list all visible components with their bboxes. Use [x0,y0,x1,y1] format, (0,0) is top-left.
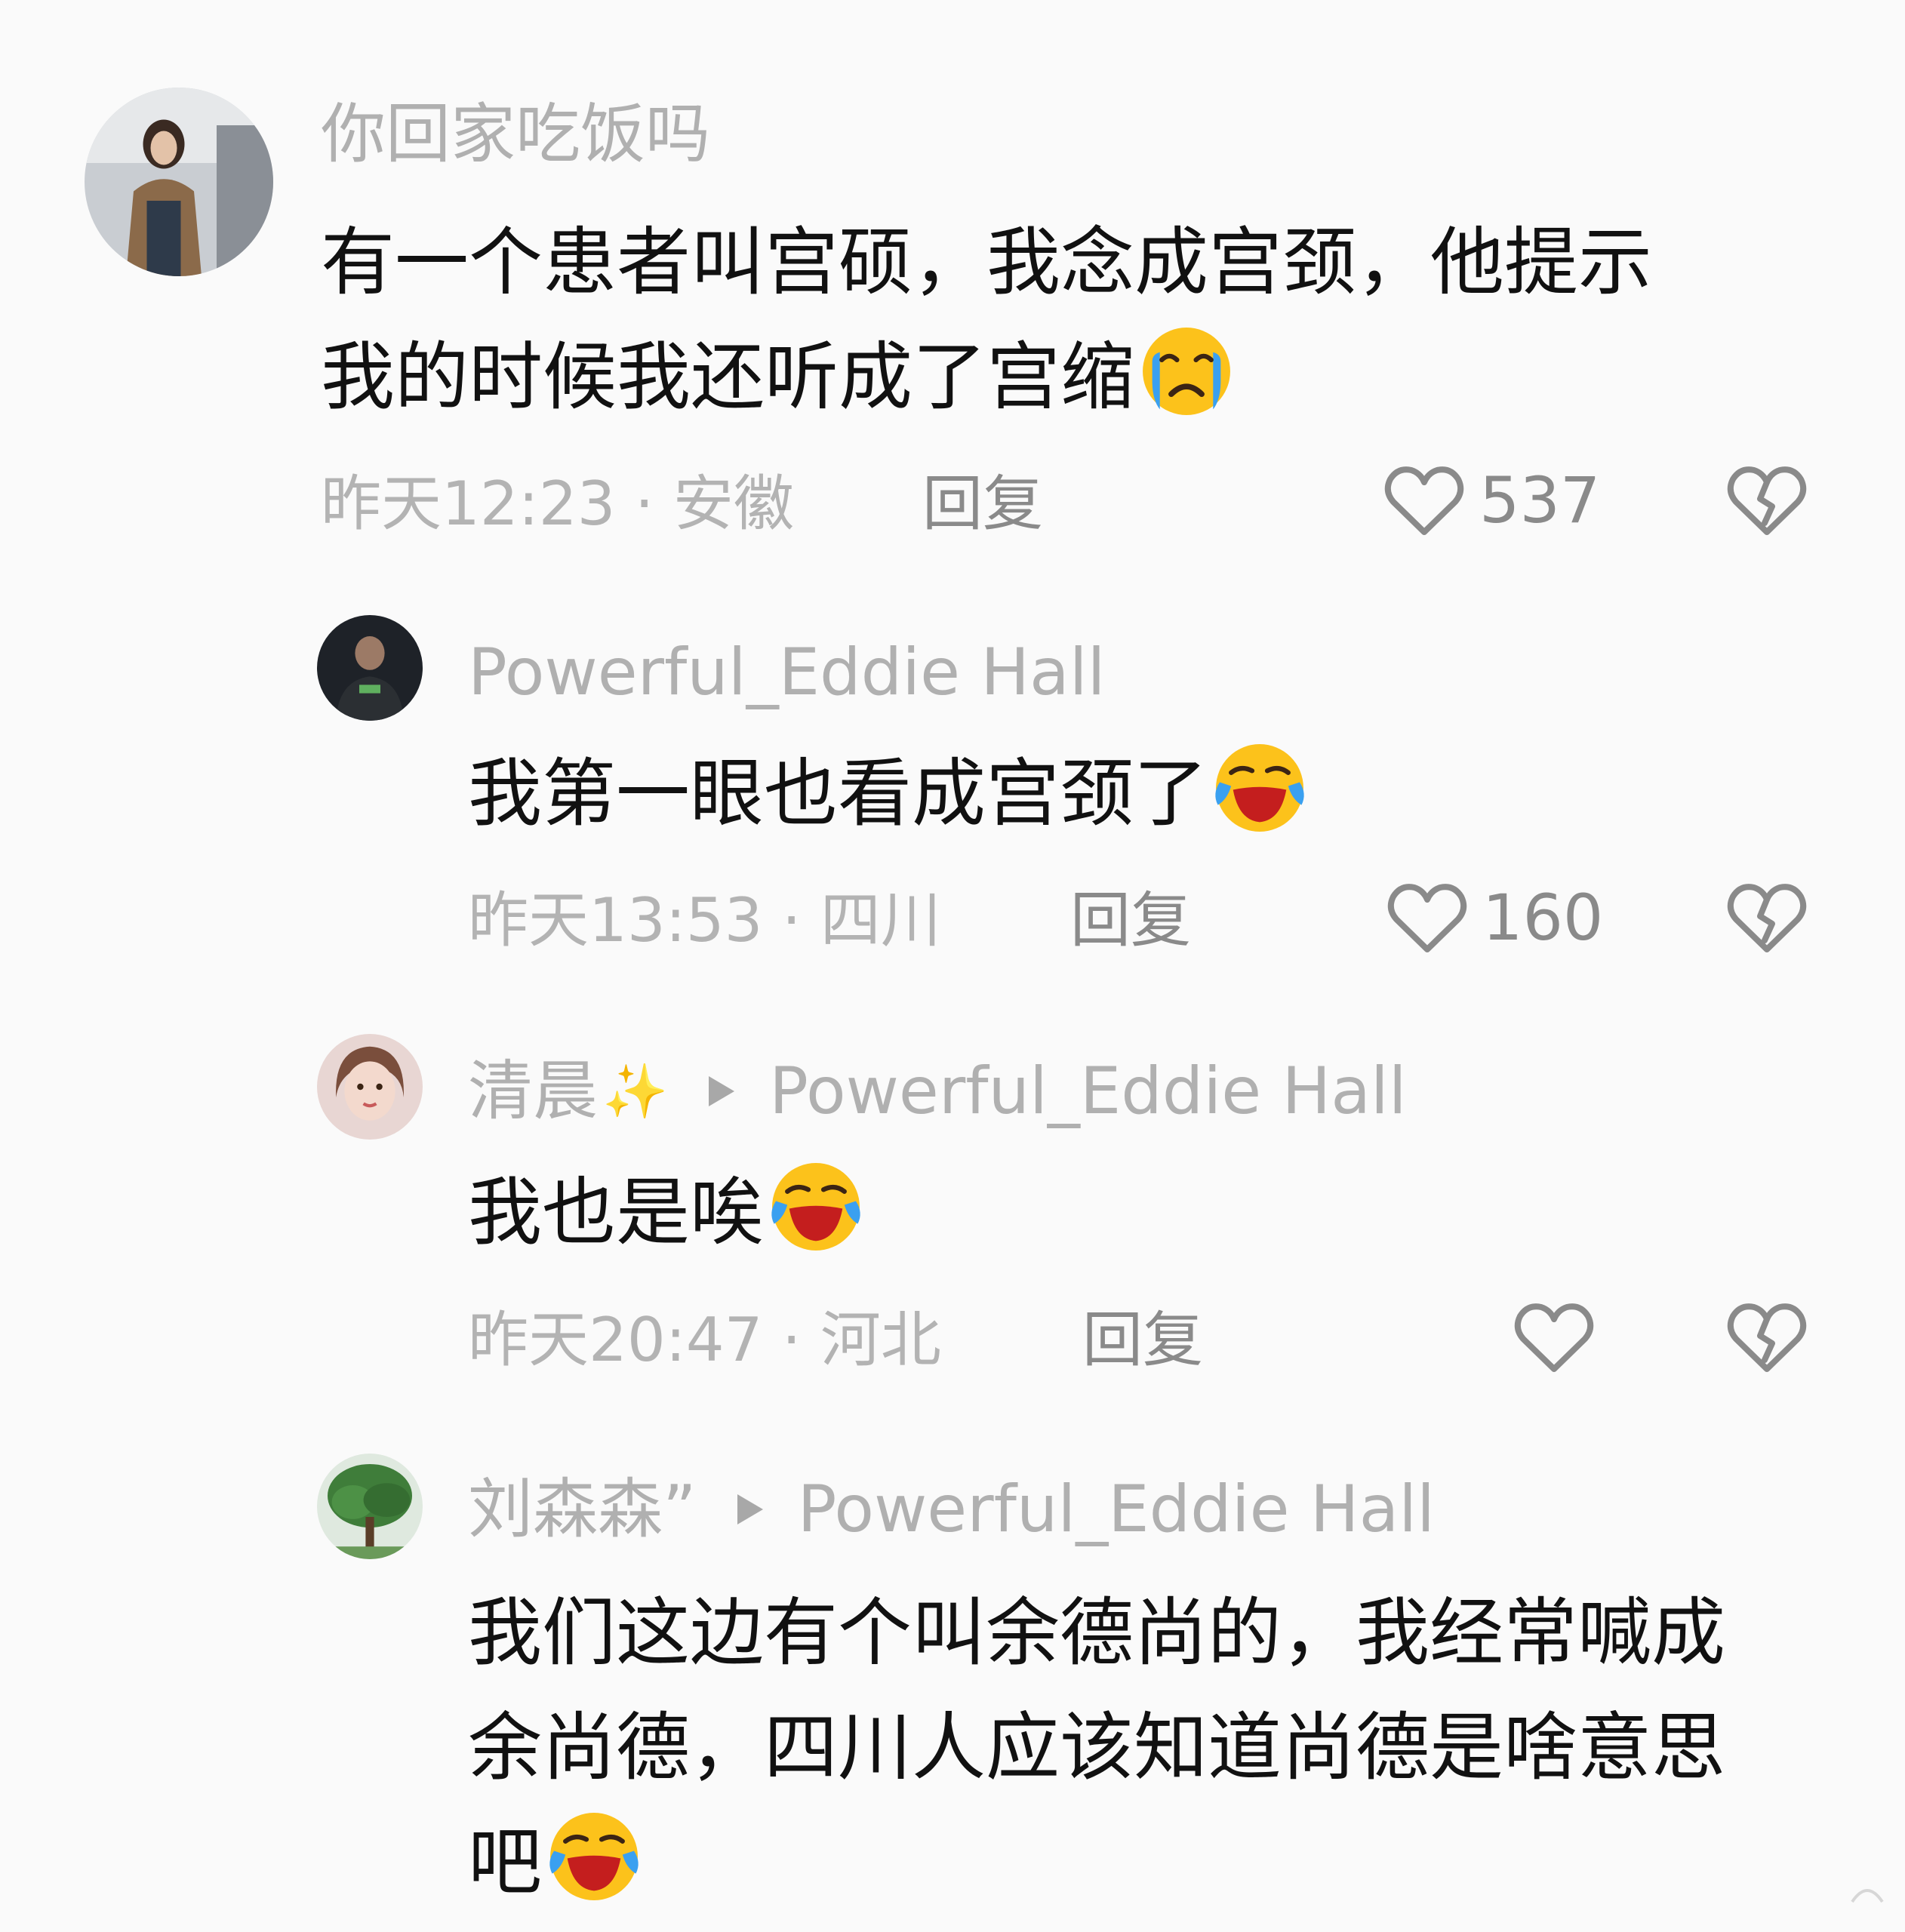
comment-text-line: 有一个患者叫宫硕，我念成宫颈，他提示 [321,220,1653,306]
reply-arrow-icon [709,1076,735,1106]
username-text[interactable]: Powerful_Eddie Hall [468,635,1106,710]
avatar[interactable] [317,1034,423,1140]
comment-meta: 昨天12:23 · 安徽 [321,469,794,539]
comment-text: 我们这边有个叫余德尚的，我经常喊成 余尚德，四川人应该知道尚德是啥意思 吧 [468,1576,1725,1920]
username[interactable]: 刘森森” Powerful_Eddie Hall [468,1472,1435,1547]
like-count: 160 [1482,881,1604,955]
reply-to-username[interactable]: Powerful_Eddie Hall [769,1054,1407,1129]
comment-meta: 昨天13:53 · 四川 [468,885,941,955]
reply-arrow-icon [737,1494,763,1524]
avatar[interactable] [317,1454,423,1559]
comment-text-line-1: 我也是唉 [468,1155,863,1270]
reply-to-username[interactable]: Powerful_Eddie Hall [798,1472,1436,1547]
comment-text: 有一个患者叫宫硕，我念成宫颈，他提示 我的时候我还听成了宫缩 [321,205,1652,435]
reply-button[interactable]: 回复 [1070,883,1191,958]
comment-text-line: 余尚德，四川人应该知道尚德是啥意思 [468,1705,1726,1791]
comment-text: 我第一眼也看成宫颈了 [468,737,1307,851]
comment-text-line: 我的时候我还听成了宫缩 [321,334,1135,420]
rolling-laughing-face-icon [546,1809,642,1904]
rolling-laughing-face-icon [768,1159,863,1254]
comment-text-line-2: 我的时候我还听成了宫缩 [321,320,1652,435]
sparkle-icon: ✨ [602,1060,669,1122]
username[interactable]: 你回家吃饭吗 [321,97,710,172]
like-button[interactable]: 537 [1383,463,1600,538]
comment-text-line: 吧 [468,1820,543,1906]
comment-text-line: 我们这边有个叫余德尚的，我经常喊成 [468,1590,1726,1676]
heart-icon [1514,1303,1594,1372]
dislike-button[interactable] [1725,463,1808,538]
dislike-button[interactable] [1725,880,1808,955]
rolling-laughing-face-icon [1212,740,1307,835]
comment-text-line-1: 我第一眼也看成宫颈了 [468,737,1307,851]
comment-text-line: 我也是唉 [468,1170,765,1256]
avatar[interactable] [317,615,423,721]
broken-heart-icon [1727,1303,1807,1372]
comment-text: 我也是唉 [468,1155,863,1270]
broken-heart-icon [1727,884,1807,952]
heart-icon [1384,466,1464,535]
like-count: 537 [1479,463,1601,537]
comment-meta: 昨天20:47 · 河北 [468,1305,941,1375]
dislike-button[interactable] [1725,1300,1808,1375]
avatar[interactable] [85,88,273,276]
reply-button[interactable]: 回复 [922,466,1043,542]
like-button[interactable] [1513,1300,1596,1375]
username-text[interactable]: 刘森森” [468,1472,697,1547]
loudly-crying-face-icon [1139,324,1234,419]
broken-heart-icon [1727,466,1807,535]
username[interactable]: Powerful_Eddie Hall [468,635,1106,710]
watermark-icon [1845,1872,1890,1917]
reply-button[interactable]: 回复 [1082,1303,1203,1378]
username-text[interactable]: 清晨 [468,1054,598,1129]
username-text[interactable]: 你回家吃饭吗 [321,97,710,172]
username[interactable]: 清晨 ✨ Powerful_Eddie Hall [468,1054,1407,1129]
heart-icon [1387,884,1467,952]
comment-text-line-3: 吧 [468,1805,1725,1920]
comment-text-line: 我第一眼也看成宫颈了 [468,751,1208,837]
like-button[interactable]: 160 [1386,880,1603,955]
